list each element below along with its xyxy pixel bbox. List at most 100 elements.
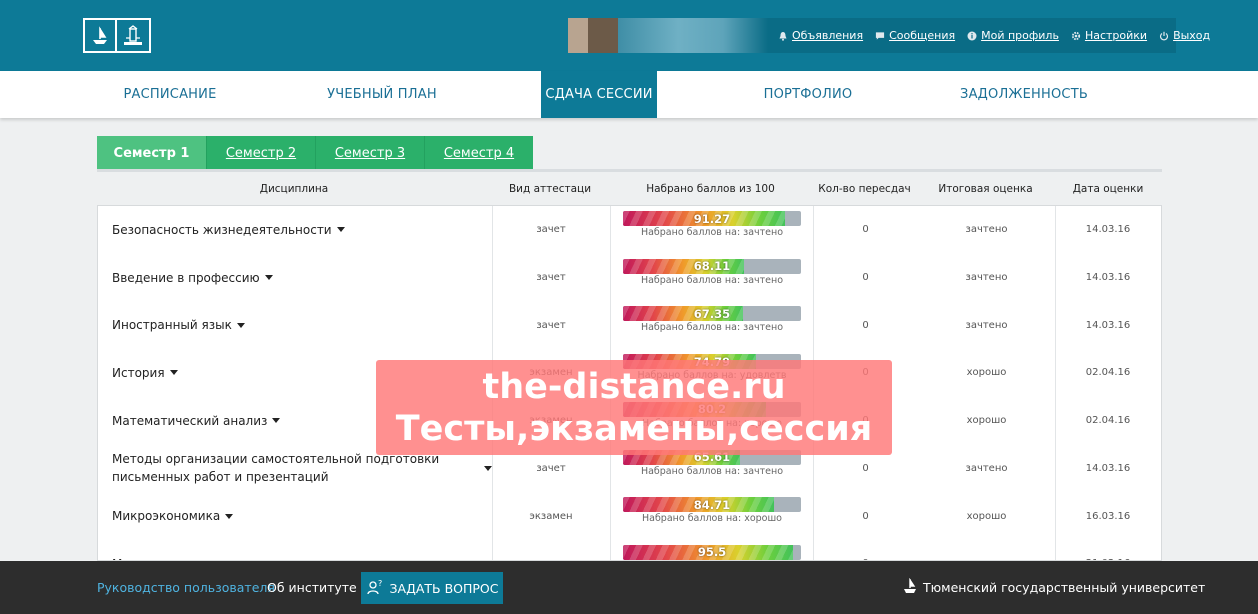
- discipline-name[interactable]: Методы организации самостоятельной подго…: [112, 450, 479, 486]
- discipline-name[interactable]: Безопасность жизнедеятельности: [112, 221, 332, 239]
- bell-icon: [778, 31, 788, 41]
- user-name-blurred: [568, 18, 768, 53]
- retakes-cell: 0: [862, 319, 869, 331]
- discipline-cell[interactable]: Введение в профессию: [98, 254, 492, 302]
- score-bar: 68.11: [623, 258, 801, 274]
- score-value: 91.27: [693, 211, 731, 226]
- score-value: 84.71: [693, 497, 731, 512]
- discipline-cell[interactable]: Микроэкономика: [98, 492, 492, 540]
- final-grade-cell: хорошо: [966, 510, 1007, 522]
- tab-semester-4[interactable]: Семестр 4: [424, 136, 533, 170]
- score-progress: 95.5: [623, 544, 801, 560]
- caret-down-icon[interactable]: [236, 322, 245, 328]
- about-institute-link[interactable]: Об институте: [267, 561, 357, 614]
- profile-label: Мой профиль: [981, 29, 1059, 42]
- question-person-icon: ?: [366, 578, 384, 599]
- caret-down-icon[interactable]: [336, 227, 345, 233]
- score-caption: Набрано баллов на: зачтено: [640, 274, 784, 286]
- score-bar: 95.5: [623, 544, 801, 560]
- messages-link[interactable]: Сообщения: [875, 29, 955, 42]
- score-progress: 84.71 Набрано баллов на: хорошо: [623, 497, 801, 524]
- logout-link[interactable]: Выход: [1159, 29, 1210, 42]
- caret-down-icon[interactable]: [225, 513, 234, 519]
- table-header: Дисциплина Вид аттестаци Набрано баллов …: [97, 172, 1162, 205]
- power-icon: [1159, 31, 1169, 41]
- grade-date-cell: 14.03.16: [1085, 319, 1131, 331]
- tab-semester-2[interactable]: Семестр 2: [206, 136, 315, 170]
- final-grade-cell: хорошо: [966, 367, 1007, 379]
- nav-item-session[interactable]: СДАЧА СЕССИИ: [541, 71, 657, 118]
- university-logo-icon: [903, 577, 917, 597]
- ask-question-button[interactable]: ? ЗАДАТЬ ВОПРОС: [361, 572, 503, 604]
- header-retakes: Кол-во пересдач: [818, 182, 911, 195]
- discipline-cell[interactable]: Иностранный язык: [98, 301, 492, 349]
- score-caption: Набрано баллов на: зачтено: [640, 465, 784, 477]
- table-row: Безопасность жизнедеятельности зачет 91.27…: [98, 206, 1161, 254]
- score-value: 95.5: [697, 545, 727, 560]
- discipline-name[interactable]: Введение в профессию: [112, 269, 260, 287]
- score-bar: 84.71: [623, 497, 801, 513]
- nav-item-debts[interactable]: ЗАДОЛЖЕННОСТЬ: [914, 71, 1134, 118]
- final-grade-cell: зачтено: [965, 319, 1008, 331]
- announcements-link[interactable]: Объявления: [778, 29, 863, 42]
- score-bar: 67.35: [623, 306, 801, 322]
- footer: Руководство пользователя Об институте Тю…: [0, 561, 1258, 614]
- main-nav: РАСПИСАНИЕ УЧЕБНЫЙ ПЛАН СДАЧА СЕССИИ ПОР…: [0, 71, 1258, 118]
- caret-down-icon[interactable]: [264, 275, 273, 281]
- score-value: 68.11: [693, 259, 731, 274]
- final-grade-cell: отлично: [918, 540, 1055, 560]
- discipline-name[interactable]: Математический анализ: [112, 412, 267, 430]
- caret-down-icon[interactable]: [272, 418, 281, 424]
- logout-label: Выход: [1173, 29, 1211, 42]
- caret-down-icon[interactable]: [484, 465, 492, 471]
- attestation-type-cell: зачет: [536, 319, 566, 331]
- header-final-grade: Итоговая оценка: [938, 182, 1033, 195]
- settings-label: Настройки: [1084, 29, 1148, 42]
- score-progress: 67.35 Набрано баллов на: зачтено: [623, 306, 801, 333]
- final-grade-cell: зачтено: [965, 462, 1008, 474]
- retakes-cell: 0: [813, 540, 918, 560]
- table-row: Микроэкономика экзамен 84.71 Набрано баллов…: [98, 492, 1161, 540]
- grade-date-cell: 16.03.16: [1085, 510, 1131, 522]
- watermark-line-1: the-distance.ru: [482, 366, 786, 407]
- nav-item-portfolio[interactable]: ПОРТФОЛИО: [698, 71, 918, 118]
- score-value: 67.35: [693, 306, 731, 321]
- attestation-type-cell: зачет: [536, 224, 566, 236]
- score-caption: Набрано баллов на: зачтено: [640, 227, 784, 238]
- table-row: Введение в профессию зачет 68.11 Набрано ба…: [98, 254, 1161, 302]
- svg-text:?: ?: [378, 579, 382, 588]
- discipline-cell[interactable]: Безопасность жизнедеятельности: [98, 206, 492, 254]
- tab-semester-1[interactable]: Семестр 1: [97, 136, 206, 170]
- attestation-type-cell: зачет: [536, 272, 566, 284]
- discipline-name[interactable]: История: [112, 364, 165, 382]
- semester-tabs: Семестр 1 Семестр 2 Семестр 3 Семестр 4: [97, 136, 533, 170]
- messages-label: Сообщения: [889, 29, 956, 42]
- nav-item-schedule[interactable]: РАСПИСАНИЕ: [60, 71, 280, 118]
- user-guide-link[interactable]: Руководство пользователя: [97, 561, 275, 614]
- profile-link[interactable]: Мой профиль: [967, 29, 1059, 42]
- watermark-overlay: the-distance.ru Тесты,экзамены,сессия: [376, 360, 892, 455]
- university-logo[interactable]: [83, 18, 151, 53]
- discipline-name[interactable]: Иностранный язык: [112, 316, 232, 334]
- gear-icon: [1071, 31, 1081, 41]
- final-grade-cell: зачтено: [965, 272, 1008, 284]
- attestation-type-cell: экзамен: [492, 540, 610, 560]
- table-row: Мэкзамен 95.5 0отлично21.02.16: [98, 540, 1161, 560]
- header-grade-date: Дата оценки: [1072, 182, 1144, 195]
- user-bar: Объявления Сообщения Мой профиль Настрой…: [568, 18, 1210, 53]
- grade-date-cell: 14.03.16: [1085, 272, 1131, 284]
- nav-item-study-plan[interactable]: УЧЕБНЫЙ ПЛАН: [272, 71, 492, 118]
- university-link[interactable]: Тюменский государственный университет: [903, 561, 1205, 614]
- caret-down-icon[interactable]: [169, 370, 178, 376]
- university-name: Тюменский государственный университет: [923, 580, 1206, 595]
- top-header: Объявления Сообщения Мой профиль Настрой…: [0, 0, 1258, 71]
- settings-link[interactable]: Настройки: [1071, 29, 1147, 42]
- final-grade-cell: зачтено: [965, 224, 1008, 236]
- discipline-name[interactable]: Микроэкономика: [112, 507, 220, 525]
- discipline-cell[interactable]: М: [98, 540, 492, 560]
- score-caption: Набрано баллов на: хорошо: [641, 513, 782, 525]
- tab-semester-3[interactable]: Семестр 3: [315, 136, 424, 170]
- message-icon: [875, 31, 885, 41]
- announcements-label: Объявления: [792, 29, 864, 42]
- table-row: Иностранный язык зачет 67.35 Набрано баллов…: [98, 301, 1161, 349]
